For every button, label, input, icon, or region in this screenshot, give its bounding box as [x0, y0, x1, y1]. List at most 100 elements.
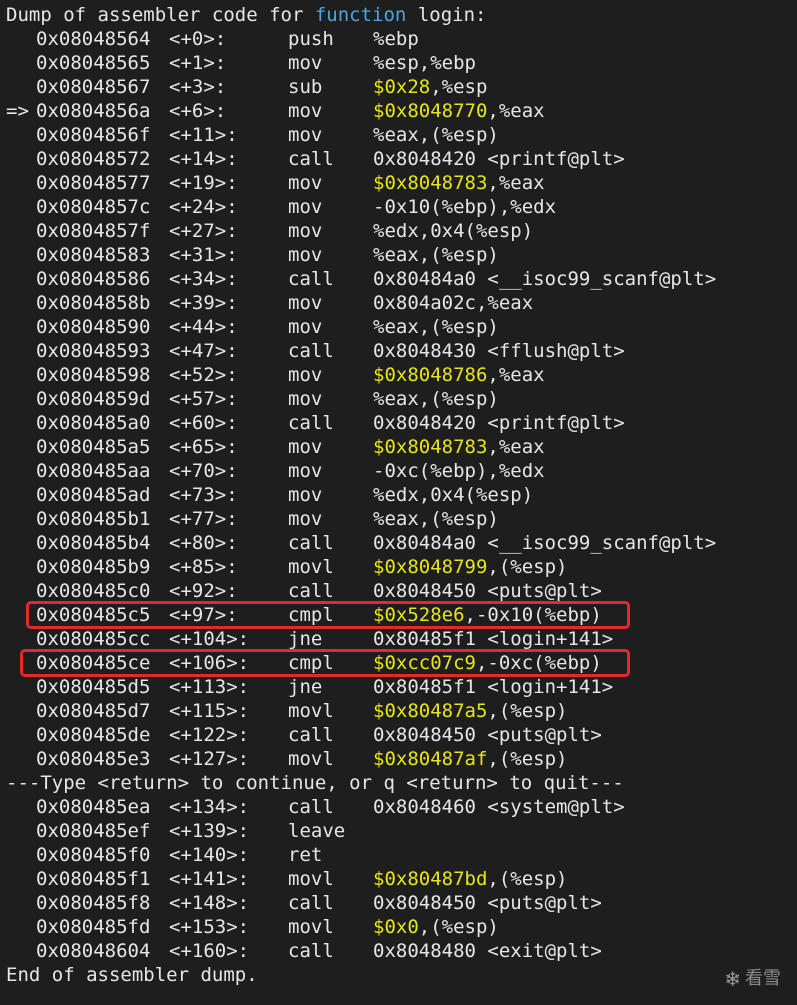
instruction-address: 0x08048565	[36, 52, 151, 74]
instruction-row: 0x080485b4 <+80>: call 0x80484a0 <__isoc99_…	[0, 531, 797, 555]
instruction-offset: <+31>:	[169, 244, 238, 266]
instruction-address: 0x08048572	[36, 148, 151, 170]
instruction-address: 0x08048590	[36, 316, 151, 338]
instruction-offset: <+127>:	[169, 748, 250, 770]
instruction-mnemonic: mov	[288, 100, 323, 122]
highlight-box	[26, 601, 630, 629]
instruction-offset: <+19>:	[169, 172, 238, 194]
instruction-address: 0x0804857c	[36, 196, 151, 218]
dump-footer: End of assembler dump.	[6, 964, 258, 986]
instruction-mnemonic: mov	[288, 436, 323, 458]
instruction-offset: <+85>:	[169, 556, 238, 578]
instruction-address: 0x0804858b	[36, 292, 151, 314]
instruction-mnemonic: mov	[288, 316, 323, 338]
instruction-mnemonic: sub	[288, 76, 323, 98]
instruction-operands: -0x10(%ebp),%edx	[373, 195, 556, 219]
immediate-operand: $0x80487af	[373, 748, 488, 770]
instruction-operands: 0x804a02c,%eax	[373, 291, 533, 315]
instruction-row: 0x08048590 <+44>: mov %eax,(%esp)	[0, 315, 797, 339]
operand-text: %eax,(%esp)	[373, 508, 499, 530]
current-instruction-row: => 0x0804856a <+6>: mov $0x8048770,%eax	[0, 99, 797, 123]
instruction-address: 0x080485d7	[36, 700, 151, 722]
immediate-operand: $0x80487a5	[373, 700, 488, 722]
operand-text: 0x8048450 <puts@plt>	[373, 892, 602, 914]
instruction-address: 0x08048593	[36, 340, 151, 362]
instruction-row: 0x08048572 <+14>: call 0x8048420 <printf@pl…	[0, 147, 797, 171]
instruction-row: 0x0804858b <+39>: mov 0x804a02c,%eax	[0, 291, 797, 315]
instruction-mnemonic: mov	[288, 172, 323, 194]
instruction-address: 0x080485d5	[36, 676, 151, 698]
instruction-address: 0x0804857f	[36, 220, 151, 242]
instruction-operands: 0x8048450 <puts@plt>	[373, 891, 602, 915]
operand-text: ,%eax	[487, 436, 545, 458]
instruction-operands: $0x80487a5,(%esp)	[373, 699, 567, 723]
instruction-offset: <+0>:	[169, 28, 227, 50]
instruction-offset: <+39>:	[169, 292, 238, 314]
instruction-mnemonic: movl	[288, 556, 334, 578]
instruction-address: 0x08048564	[36, 28, 151, 50]
instruction-offset: <+11>:	[169, 124, 238, 146]
immediate-operand: $0x8048783	[373, 172, 488, 194]
instruction-operands: $0x8048799,(%esp)	[373, 555, 567, 579]
instruction-offset: <+57>:	[169, 388, 238, 410]
instruction-address: 0x08048604	[36, 940, 151, 962]
instruction-row: 0x0804857f <+27>: mov %edx,0x4(%esp)	[0, 219, 797, 243]
instruction-row: 0x08048564 <+0>: push %ebp	[0, 27, 797, 51]
dump-header: Dump of assembler code for function logi…	[6, 3, 486, 27]
instruction-mnemonic: jne	[288, 676, 323, 698]
instruction-mnemonic: mov	[288, 196, 323, 218]
instruction-mnemonic: call	[288, 412, 334, 434]
instruction-operands: $0x80487af,(%esp)	[373, 747, 567, 771]
instruction-mnemonic: call	[288, 892, 334, 914]
operand-text: %eax,(%esp)	[373, 316, 499, 338]
instruction-operands: %ebp	[373, 27, 419, 51]
operand-text: 0x8048480 <exit@plt>	[373, 940, 602, 962]
instruction-address: 0x0804856a	[36, 100, 151, 122]
instruction-row: 0x080485b9 <+85>: movl $0x8048799,(%esp)	[0, 555, 797, 579]
instruction-mnemonic: mov	[288, 220, 323, 242]
instruction-address: 0x080485f1	[36, 868, 151, 890]
instruction-operands: 0x8048420 <printf@plt>	[373, 411, 625, 435]
instruction-mnemonic: leave	[288, 820, 346, 842]
instruction-operands: $0x8048770,%eax	[373, 99, 545, 123]
instruction-offset: <+104>:	[169, 628, 250, 650]
instruction-row: 0x080485a0 <+60>: call 0x8048420 <printf@pl…	[0, 411, 797, 435]
instruction-row: 0x080485ef <+139>: leave	[0, 819, 797, 843]
instruction-row: 0x08048593 <+47>: call 0x8048430 <fflush@pl…	[0, 339, 797, 363]
instruction-operands: %eax,(%esp)	[373, 507, 499, 531]
instruction-operands: %esp,%ebp	[373, 51, 476, 75]
instruction-address: 0x08048567	[36, 76, 151, 98]
immediate-operand: $0x8048770	[373, 100, 488, 122]
immediate-operand: $0x8048783	[373, 436, 488, 458]
instruction-address: 0x080485f0	[36, 844, 151, 866]
operand-text: %ebp	[373, 28, 419, 50]
operand-text: ,(%esp)	[487, 556, 568, 578]
instruction-mnemonic: mov	[288, 124, 323, 146]
terminal-window[interactable]: Dump of assembler code for function logi…	[0, 0, 797, 1005]
instruction-row: 0x080485f0 <+140>: ret	[0, 843, 797, 867]
instruction-operands: 0x8048450 <puts@plt>	[373, 579, 602, 603]
instruction-row: 0x080485ea <+134>: call 0x8048460 <system@p…	[0, 795, 797, 819]
instruction-mnemonic: movl	[288, 916, 334, 938]
instruction-operands: $0x8048783,%eax	[373, 171, 545, 195]
operand-text: %eax,(%esp)	[373, 124, 499, 146]
instruction-mnemonic: movl	[288, 748, 334, 770]
immediate-operand: $0x28	[373, 76, 431, 98]
operand-text: -0x10(%ebp),%edx	[373, 196, 557, 218]
operand-text: ,(%esp)	[418, 916, 499, 938]
pager-prompt-text: ---Type <return> to continue, or q <retu…	[6, 772, 624, 794]
operand-text: ,%eax	[487, 364, 545, 386]
operand-text: 0x804a02c,%eax	[373, 292, 534, 314]
instruction-offset: <+1>:	[169, 52, 227, 74]
operand-text: 0x8048430 <fflush@plt>	[373, 340, 625, 362]
instruction-mnemonic: call	[288, 724, 334, 746]
operand-text: -0xc(%ebp),%edx	[373, 460, 545, 482]
instruction-row: 0x080485d7 <+115>: movl $0x80487a5,(%esp)	[0, 699, 797, 723]
instruction-offset: <+139>:	[169, 820, 250, 842]
instruction-address: 0x080485b9	[36, 556, 151, 578]
instruction-row: 0x0804857c <+24>: mov -0x10(%ebp),%edx	[0, 195, 797, 219]
instruction-address: 0x080485b4	[36, 532, 151, 554]
instruction-mnemonic: mov	[288, 484, 323, 506]
operand-text: %esp,%ebp	[373, 52, 476, 74]
operand-text: %eax,(%esp)	[373, 244, 499, 266]
